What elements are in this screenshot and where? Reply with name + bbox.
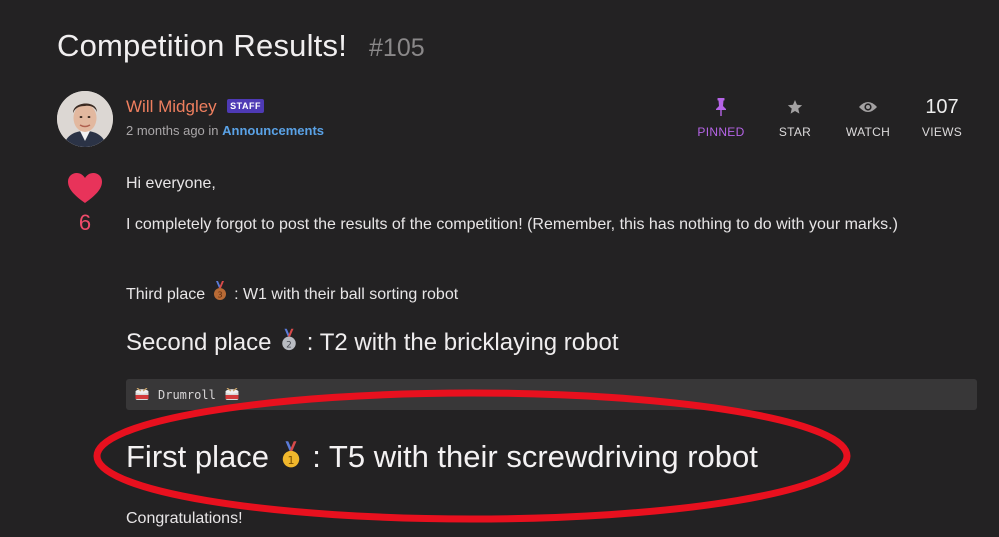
pinned-button[interactable]: PINNED [686, 94, 756, 139]
silver-medal-icon: 2 [282, 328, 296, 350]
svg-text:1: 1 [287, 454, 294, 467]
second-place-line: Second place 2 : T2 with the bricklaying… [126, 328, 619, 358]
closing-text: Congratulations! [126, 510, 243, 527]
topic-number: #105 [369, 34, 425, 62]
post-meta: 2 months ago in Announcements [126, 123, 324, 138]
second-place-result: : T2 with the bricklaying robot [306, 329, 619, 356]
greeting-text: Hi everyone, [126, 175, 216, 192]
first-place-result: : T5 with their screwdriving robot [312, 439, 758, 474]
eye-icon [833, 94, 903, 120]
topic-title[interactable]: Competition Results! [57, 28, 347, 64]
drum-icon [135, 387, 149, 400]
like-count: 6 [78, 210, 92, 235]
bronze-medal-icon: 3 [213, 281, 226, 300]
in-text: in [208, 123, 219, 138]
views-count: 107 [925, 96, 959, 118]
pin-icon [686, 94, 756, 120]
post-time[interactable]: 2 months ago [126, 123, 205, 138]
drum-icon [225, 387, 239, 400]
watch-label: WATCH [845, 125, 891, 139]
third-place-line: Third place 3 : W1 with their ball sorti… [126, 281, 458, 307]
views-label: VIEWS [921, 125, 963, 139]
star-label: STAR [778, 125, 812, 139]
svg-text:2: 2 [286, 340, 292, 350]
topic-page: Competition Results! #105 Will Midgley S… [0, 0, 999, 537]
topic-header: Competition Results! #105 [57, 28, 425, 64]
watch-button[interactable]: WATCH [833, 94, 903, 139]
author-name[interactable]: Will Midgley [126, 97, 217, 116]
star-button[interactable]: STAR [760, 94, 830, 139]
first-place-prefix: First place [126, 439, 269, 474]
svg-text:3: 3 [217, 291, 222, 300]
heart-icon[interactable] [67, 172, 103, 204]
drumroll-text: Drumroll [158, 387, 216, 402]
gold-medal-icon: 1 [282, 441, 299, 468]
first-place-line: First place 1 : T5 with their screwdrivi… [126, 437, 758, 477]
staff-badge: STAFF [227, 99, 264, 113]
third-place-result: : W1 with their ball sorting robot [234, 286, 459, 303]
views-stat: 107 VIEWS [907, 94, 977, 139]
author-line: Will Midgley STAFF [126, 97, 264, 117]
author-avatar[interactable] [57, 91, 113, 147]
category-link[interactable]: Announcements [222, 123, 324, 138]
drumroll-code-block: Drumroll [126, 379, 977, 410]
third-place-prefix: Third place [126, 286, 206, 303]
star-icon [760, 94, 830, 120]
second-place-prefix: Second place [126, 329, 272, 356]
pinned-label: PINNED [697, 125, 745, 139]
intro-paragraph: I completely forgot to post the results … [126, 216, 898, 233]
